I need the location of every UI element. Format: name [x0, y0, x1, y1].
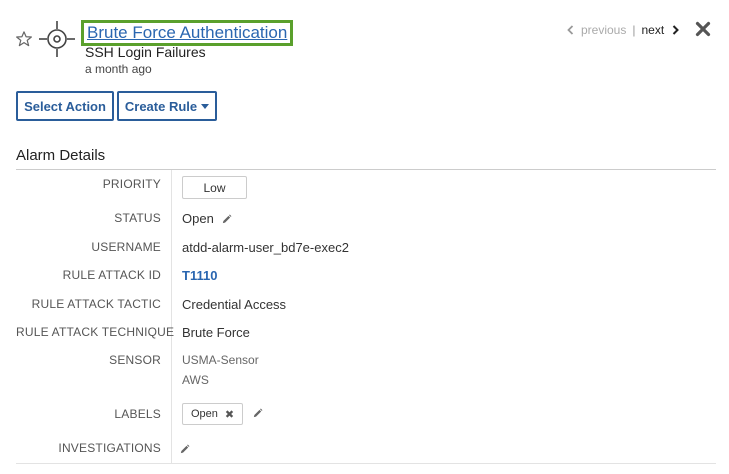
pencil-icon[interactable] [179, 444, 190, 455]
close-icon[interactable] [695, 21, 711, 37]
label-chip-text: Open [191, 408, 218, 420]
alarm-title-highlight[interactable]: Brute Force Authentication [81, 20, 294, 46]
remove-label-icon[interactable]: ✖ [225, 408, 234, 421]
priority-value: Low [203, 180, 226, 195]
pager: previous | next [566, 22, 680, 38]
sensor-value: AWS [182, 373, 209, 387]
pager-separator: | [632, 23, 636, 37]
username-value: atdd-alarm-user_bd7e-exec2 [182, 240, 349, 255]
alarm-time-ago: a month ago [85, 62, 152, 76]
next-link[interactable]: next [641, 23, 664, 37]
rule-attack-technique-value: Brute Force [182, 325, 250, 340]
select-action-label: Select Action [24, 98, 106, 114]
alarm-title[interactable]: Brute Force Authentication [87, 23, 287, 42]
rule-attack-technique-label: RULE ATTACK TECHNIQUE [16, 325, 175, 339]
crosshair-icon [39, 21, 75, 57]
chevron-right-icon[interactable] [671, 25, 680, 35]
pencil-icon[interactable] [221, 214, 232, 225]
sensor-label: SENSOR [109, 353, 161, 367]
status-label: STATUS [114, 211, 161, 225]
caret-down-icon [201, 103, 210, 109]
bottom-divider [16, 463, 716, 464]
labels-label: LABELS [114, 407, 161, 421]
status-value: Open [182, 211, 214, 226]
rule-attack-tactic-label: RULE ATTACK TACTIC [31, 297, 161, 311]
section-title: Alarm Details [16, 147, 106, 164]
label-chip[interactable]: Open ✖ [182, 403, 243, 425]
rule-attack-id-link[interactable]: T1110 [182, 268, 217, 283]
chevron-left-icon[interactable] [566, 25, 575, 35]
rule-attack-id-label: RULE ATTACK ID [62, 268, 161, 282]
priority-selector[interactable]: Low [182, 176, 247, 199]
priority-label: PRIORITY [102, 177, 161, 191]
pencil-icon[interactable] [252, 408, 263, 419]
rule-attack-tactic-value: Credential Access [182, 297, 287, 312]
create-rule-label: Create Rule [124, 98, 198, 114]
username-label: USERNAME [91, 240, 161, 254]
create-rule-button[interactable]: Create Rule [117, 91, 217, 121]
select-action-button[interactable]: Select Action [16, 91, 114, 121]
previous-link[interactable]: previous [581, 23, 626, 37]
star-icon[interactable] [15, 30, 33, 48]
alarm-subtitle: SSH Login Failures [85, 44, 206, 60]
column-divider [171, 170, 172, 464]
section-divider [16, 169, 716, 170]
sensor-value: USMA-Sensor [182, 353, 259, 367]
investigations-label: INVESTIGATIONS [58, 441, 161, 455]
